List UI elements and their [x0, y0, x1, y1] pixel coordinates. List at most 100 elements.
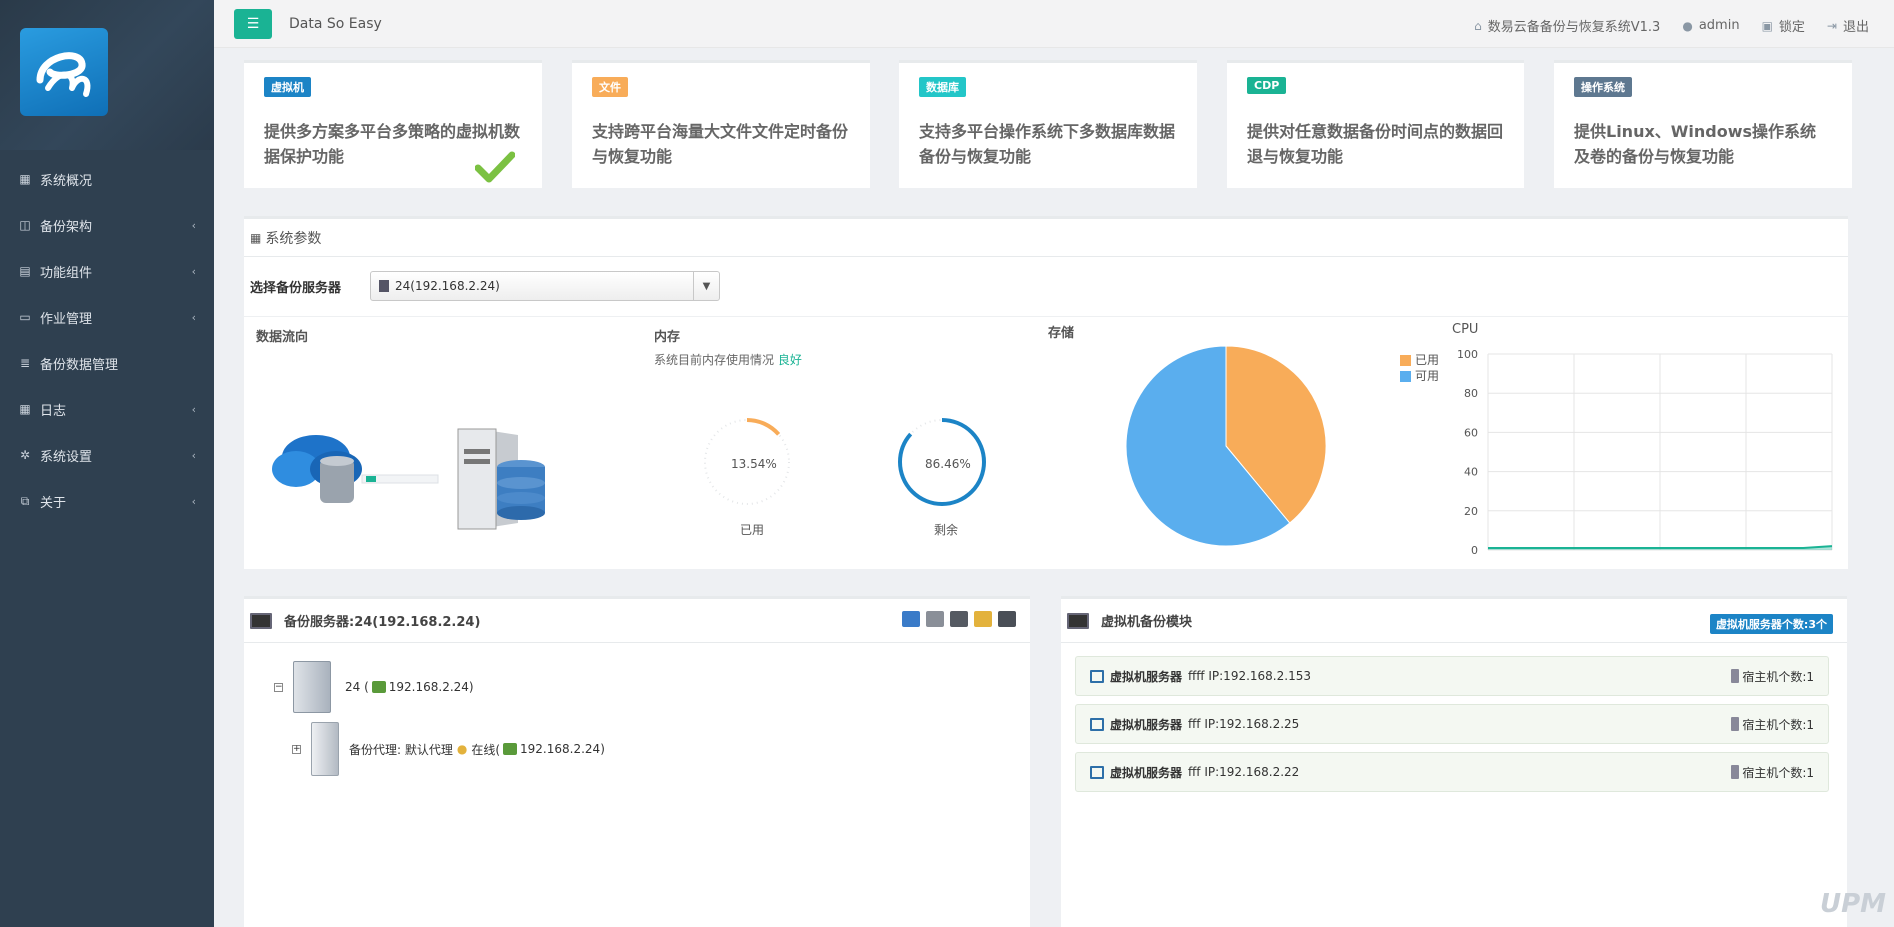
monitor-icon: [250, 612, 272, 629]
drive-icon[interactable]: [950, 611, 968, 627]
cpu-y-tick-label: 20: [1464, 505, 1478, 518]
feature-card-os: 操作系统 提供Linux、Windows操作系统及卷的备份与恢复功能: [1554, 60, 1852, 188]
vm-detail: ffff IP:192.168.2.153: [1188, 669, 1311, 683]
sidebar-item-backup-architecture[interactable]: ◫ 备份架构 ‹: [0, 202, 214, 248]
sidebar-item-label: 备份架构: [40, 219, 93, 235]
dataflow-illustration: [272, 428, 545, 530]
sidebar-item-components[interactable]: ▤ 功能组件 ‹: [0, 248, 214, 294]
vm-icon: [1090, 669, 1104, 683]
panel-header: 备份服务器:24(192.168.2.24): [244, 599, 1030, 643]
home-link[interactable]: ⌂ 数易云备备份与恢复系统V1.3: [1474, 16, 1660, 36]
expand-icon[interactable]: +: [292, 744, 301, 754]
node-label: 24 (: [345, 680, 369, 694]
server-tower-icon: [311, 722, 339, 776]
feature-badge: CDP: [1247, 77, 1287, 94]
cpu-title: CPU: [1452, 322, 1479, 337]
legend-swatch: [1400, 354, 1411, 366]
legend-swatch: [1400, 370, 1411, 382]
cpu-y-tick-label: 80: [1464, 387, 1478, 400]
host-icon: [1731, 717, 1740, 731]
memory-note: 系统目前内存使用情况 良好: [654, 351, 802, 368]
toolbar: [902, 611, 1016, 627]
server-select[interactable]: 24(192.168.2.24) ▼: [370, 271, 720, 301]
vm-icon: [1090, 765, 1104, 779]
agent-ip: 192.168.2.24): [520, 742, 605, 756]
database-icon[interactable]: [974, 611, 992, 627]
user-link[interactable]: ● admin: [1682, 16, 1739, 35]
check-icon: [475, 151, 515, 183]
top-right-menu: ⌂ 数易云备备份与恢复系统V1.3 ● admin ▣ 锁定 ⇥ 退出: [1474, 16, 1869, 35]
feature-badge: 操作系统: [1574, 77, 1632, 97]
tree-node-server[interactable]: − 24 ( 192.168.2.24): [274, 659, 874, 715]
vm-icon: [1090, 717, 1104, 731]
feature-desc: 提供Linux、Windows操作系统及卷的备份与恢复功能: [1574, 122, 1817, 166]
cpu-y-tick-label: 100: [1457, 348, 1478, 361]
vm-server-row[interactable]: 虚拟机服务器 ffff IP:192.168.2.153 宿主机个数:1: [1075, 656, 1829, 696]
logo-area: [0, 0, 214, 150]
app-logo[interactable]: [20, 28, 108, 116]
folder-icon[interactable]: [926, 611, 944, 627]
chart-icon: ▤: [19, 264, 31, 278]
feature-desc: 提供对任意数据备份时间点的数据回退与恢复功能: [1247, 122, 1504, 166]
vm-server-row[interactable]: 虚拟机服务器 fff IP:192.168.2.22 宿主机个数:1: [1075, 752, 1829, 792]
user-icon: ●: [1682, 18, 1693, 33]
server-select-row: 选择备份服务器 24(192.168.2.24) ▼: [250, 271, 720, 301]
vm-name: 虚拟机服务器: [1110, 717, 1183, 732]
hamburger-icon: ☰: [246, 16, 260, 32]
feature-card-file: 文件 支持跨平台海量大文件文件定时备份与恢复功能: [572, 60, 870, 188]
panel-title-text: 系统参数: [265, 230, 322, 247]
collapse-icon[interactable]: −: [274, 682, 283, 692]
legend-item-free: 可用: [1400, 368, 1439, 384]
watermark-logo: UPM: [1819, 889, 1886, 919]
vm-name: 虚拟机服务器: [1110, 669, 1183, 684]
vm-count-badge: 虚拟机服务器个数:3个: [1709, 614, 1833, 634]
system-params-panel: ▦ 系统参数 选择备份服务器 24(192.168.2.24) ▼ 数据流向 内存…: [244, 216, 1848, 569]
server-select-label: 选择备份服务器: [250, 280, 342, 296]
home-icon: ⌂: [1474, 18, 1482, 33]
chevron-left-icon: ‹: [191, 494, 196, 508]
node-ip: 192.168.2.24): [388, 680, 474, 694]
brand-text: Data So Easy: [289, 16, 382, 32]
columns-icon: ◫: [19, 218, 31, 232]
panel-header: 虚拟机备份模块 虚拟机服务器个数:3个: [1061, 599, 1847, 643]
backup-server-panel: 备份服务器:24(192.168.2.24) − 24 ( 192.168.2.…: [244, 596, 1030, 927]
dashboard-icon: ▦: [19, 172, 31, 186]
tree-node-agent[interactable]: + 备份代理: 默认代理 ● 在线( 192.168.2.24): [292, 719, 874, 779]
sidebar-item-overview[interactable]: ▦ 系统概况: [0, 156, 214, 202]
feature-badge: 文件: [592, 77, 628, 97]
panel-title: ▦ 系统参数: [244, 219, 1848, 257]
cpu-line-chart: 100 80 60 40 20 0: [1457, 348, 1833, 557]
vm-server-row[interactable]: 虚拟机服务器 fff IP:192.168.2.25 宿主机个数:1: [1075, 704, 1829, 744]
memory-status: 良好: [777, 353, 802, 367]
sidebar-item-jobs[interactable]: ▭ 作业管理 ‹: [0, 294, 214, 340]
sidebar-item-about[interactable]: ⧉ 关于 ‹: [0, 478, 214, 524]
vm-module-panel: 虚拟机备份模块 虚拟机服务器个数:3个 虚拟机服务器 ffff IP:192.1…: [1061, 596, 1847, 927]
lock-link[interactable]: ▣ 锁定: [1761, 16, 1805, 36]
chevron-left-icon: ‹: [191, 218, 196, 232]
sidebar-item-backup-data[interactable]: ≣ 备份数据管理: [0, 340, 214, 386]
monitor-icon[interactable]: [998, 611, 1016, 627]
feature-desc: 支持多平台操作系统下多数据库数据备份与恢复功能: [919, 122, 1176, 166]
vm-detail: fff IP:192.168.2.25: [1188, 717, 1300, 731]
sidebar-item-label: 系统设置: [40, 449, 93, 465]
feature-badge: 虚拟机: [264, 77, 311, 97]
sidebar: ▦ 系统概况 ◫ 备份架构 ‹ ▤ 功能组件 ‹ ▭ 作业管理 ‹ ≣ 备份数据管理 ▦ 日志 ‹ …: [0, 0, 214, 927]
server-tree: − 24 ( 192.168.2.24) + 备份代理: 默认代理 ● 在线( …: [274, 659, 874, 779]
sidebar-item-settings[interactable]: ✲ 系统设置 ‹: [0, 432, 214, 478]
lock-icon: ▣: [1761, 18, 1773, 33]
network-icon: [371, 681, 386, 693]
sidebar-item-label: 备份数据管理: [40, 357, 119, 373]
menu-toggle-button[interactable]: ☰: [234, 9, 272, 39]
chevron-down-icon[interactable]: ▼: [693, 272, 719, 300]
vm-monitor-icon: [1067, 612, 1089, 629]
database-icon: ≣: [19, 356, 31, 370]
vm-name: 虚拟机服务器: [1110, 765, 1183, 780]
windows-icon[interactable]: [902, 611, 920, 627]
host-icon: [1731, 669, 1740, 683]
vm-hosts-text: 宿主机个数:1: [1742, 717, 1814, 732]
logout-label: 退出: [1842, 20, 1869, 35]
sidebar-item-logs[interactable]: ▦ 日志 ‹: [0, 386, 214, 432]
legend-label: 可用: [1415, 369, 1440, 383]
storage-pie-chart: [1125, 345, 1327, 547]
logout-link[interactable]: ⇥ 退出: [1827, 16, 1869, 36]
